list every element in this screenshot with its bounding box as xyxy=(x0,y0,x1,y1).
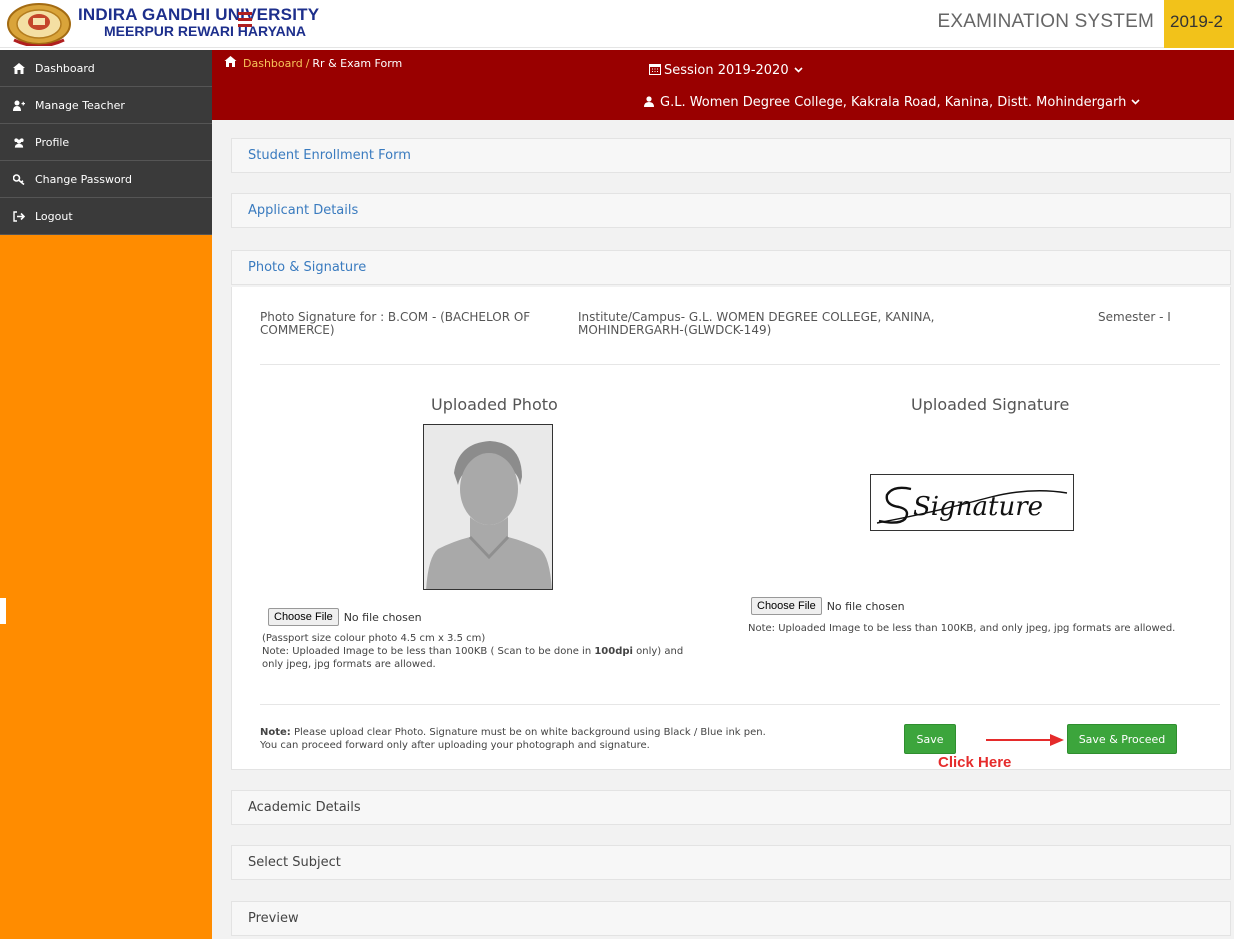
avatar-placeholder-icon xyxy=(424,425,552,589)
photo-signature-body: Photo Signature for : B.COM - (BACHELOR … xyxy=(231,287,1231,771)
photo-note-line3: only jpeg, jpg formats are allowed. xyxy=(262,659,436,670)
panel-photo-signature[interactable]: Photo & Signature xyxy=(231,250,1231,285)
breadcrumb-current: Rr & Exam Form xyxy=(312,56,403,70)
logout-icon xyxy=(13,210,25,222)
divider xyxy=(260,364,1220,365)
sidebar: Dashboard Manage Teacher Profile Change … xyxy=(0,50,212,939)
session-label: Session 2019-2020 xyxy=(664,63,789,78)
uploaded-signature-title: Uploaded Signature xyxy=(911,395,1070,414)
chevron-down-icon xyxy=(794,65,803,76)
sidebar-item-dashboard[interactable]: Dashboard xyxy=(0,50,212,87)
photo-note-line2: Note: Uploaded Image to be less than 100… xyxy=(262,645,683,658)
breadcrumb-home-icon[interactable] xyxy=(224,56,237,70)
panel-applicant-details[interactable]: Applicant Details xyxy=(231,193,1231,228)
sidebar-nav: Dashboard Manage Teacher Profile Change … xyxy=(0,50,212,235)
college-label: G.L. Women Degree College, Kakrala Road,… xyxy=(660,95,1127,110)
bottom-note-text: Please upload clear Photo. Signature mus… xyxy=(290,727,766,738)
sidebar-item-logout[interactable]: Logout xyxy=(0,198,212,235)
signature-choose-file-button[interactable]: Choose File xyxy=(751,597,822,615)
uploaded-photo-title: Uploaded Photo xyxy=(431,395,558,414)
add-user-icon xyxy=(13,99,25,111)
bottom-note-label: Note: xyxy=(260,727,291,738)
university-name-line1: INDIRA GANDHI UNIVERSITY xyxy=(78,5,320,24)
photo-note-dpi: 100dpi xyxy=(594,646,633,657)
photo-note-line2-text: Note: Uploaded Image to be less than 100… xyxy=(262,646,595,657)
panel-student-enrollment-form[interactable]: Student Enrollment Form xyxy=(231,138,1231,173)
context-bar: Dashboard / Rr & Exam Form Session 2019-… xyxy=(212,50,1234,120)
signature-text: Signature xyxy=(913,492,1043,522)
university-name: INDIRA GANDHI UNIVERSITY MEERPUR REWARI … xyxy=(78,6,319,40)
bottom-note-line2: You can proceed forward only after uploa… xyxy=(260,740,650,751)
university-name-line2: MEERPUR REWARI HARYANA xyxy=(104,23,306,39)
home-icon xyxy=(13,62,25,74)
photo-choose-file-button[interactable]: Choose File xyxy=(268,608,339,626)
sidebar-item-label: Manage Teacher xyxy=(35,98,125,112)
users-icon xyxy=(13,136,25,148)
uploaded-signature-preview: Signature xyxy=(870,474,1074,531)
course-info: Photo Signature for : B.COM - (BACHELOR … xyxy=(260,311,530,337)
sidebar-edge-marker xyxy=(0,598,6,624)
sidebar-item-change-password[interactable]: Change Password xyxy=(0,161,212,198)
main-content: Student Enrollment Form Applicant Detail… xyxy=(212,120,1234,939)
uploaded-photo-preview xyxy=(423,424,553,590)
college-selector[interactable]: G.L. Women Degree College, Kakrala Road,… xyxy=(644,95,1140,110)
bottom-note: Note: Please upload clear Photo. Signatu… xyxy=(260,726,766,752)
sidebar-item-manage-teacher[interactable]: Manage Teacher xyxy=(0,87,212,124)
university-logo-icon xyxy=(7,3,71,46)
system-title: EXAMINATION SYSTEM xyxy=(937,11,1154,32)
session-selector[interactable]: Session 2019-2020 xyxy=(649,63,803,78)
menu-toggle-icon[interactable] xyxy=(238,12,252,28)
panel-select-subject[interactable]: Select Subject xyxy=(231,845,1231,880)
signature-upload-note: Note: Uploaded Image to be less than 100… xyxy=(748,623,1176,634)
signature-file-input[interactable]: Choose File No file chosen xyxy=(751,597,905,615)
save-button[interactable]: Save xyxy=(904,724,956,754)
breadcrumb: Dashboard / Rr & Exam Form xyxy=(224,56,402,70)
photo-note-line2-end: only) and xyxy=(632,646,684,657)
photo-file-status: No file chosen xyxy=(343,610,422,624)
bottom-note-line1: Note: Please upload clear Photo. Signatu… xyxy=(260,726,766,739)
divider xyxy=(260,704,1220,705)
user-icon xyxy=(644,95,654,110)
year-badge: 2019-2 xyxy=(1164,0,1234,48)
breadcrumb-dashboard-link[interactable]: Dashboard xyxy=(243,57,303,70)
calendar-icon xyxy=(649,63,661,78)
photo-upload-note: (Passport size colour photo 4.5 cm x 3.5… xyxy=(262,632,683,671)
top-header: INDIRA GANDHI UNIVERSITY MEERPUR REWARI … xyxy=(0,0,1234,48)
arrow-right-icon xyxy=(986,734,1064,746)
click-here-annotation: Click Here xyxy=(938,754,1012,771)
breadcrumb-separator: / xyxy=(305,56,310,70)
save-and-proceed-button[interactable]: Save & Proceed xyxy=(1067,724,1177,754)
institute-info-line2: MOHINDERGARH-(GLWDCK-149) xyxy=(578,323,772,337)
course-info-line2: COMMERCE) xyxy=(260,323,335,337)
sidebar-item-label: Logout xyxy=(35,209,73,223)
photo-file-input[interactable]: Choose File No file chosen xyxy=(268,608,422,626)
signature-file-status: No file chosen xyxy=(826,599,905,613)
sidebar-item-label: Dashboard xyxy=(35,61,95,75)
sidebar-item-profile[interactable]: Profile xyxy=(0,124,212,161)
semester-info: Semester - I xyxy=(1098,310,1171,324)
panel-academic-details[interactable]: Academic Details xyxy=(231,790,1231,825)
panel-preview[interactable]: Preview xyxy=(231,901,1231,936)
sidebar-item-label: Change Password xyxy=(35,172,132,186)
photo-note-line1: (Passport size colour photo 4.5 cm x 3.5… xyxy=(262,633,486,644)
sidebar-item-label: Profile xyxy=(35,135,70,149)
key-icon xyxy=(13,173,25,185)
institute-info: Institute/Campus- G.L. WOMEN DEGREE COLL… xyxy=(578,311,935,337)
signature-image: Signature xyxy=(876,486,1068,524)
chevron-down-icon xyxy=(1131,97,1140,108)
